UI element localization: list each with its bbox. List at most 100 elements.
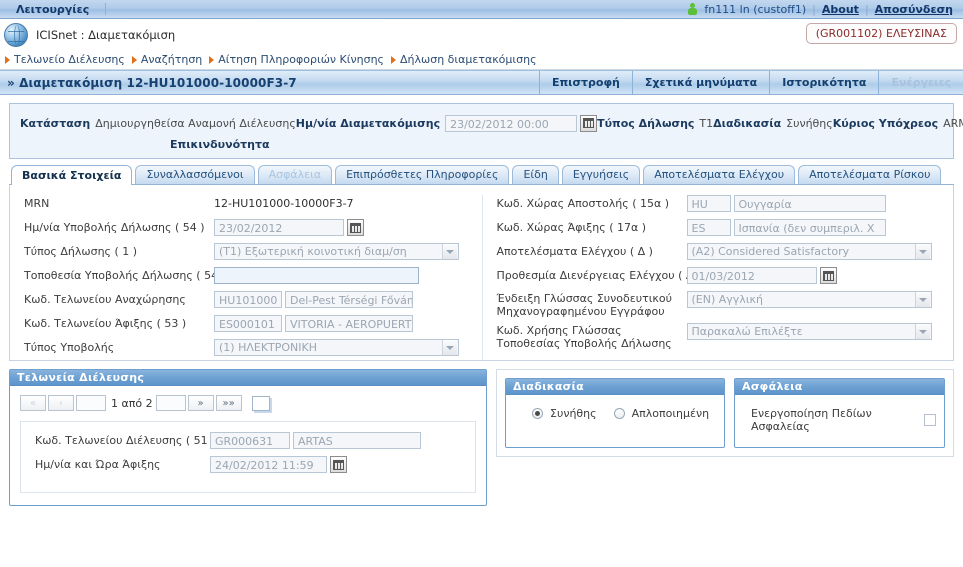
- radio-procedure-normal-label: Συνήθης: [550, 407, 597, 420]
- about-link[interactable]: About: [822, 3, 859, 16]
- field-place-language: Κωδ. Χρήσης Γλώσσας Τοποθεσίας Υποβολής …: [497, 323, 944, 353]
- chevron-down-icon[interactable]: [914, 324, 930, 339]
- security-enable-checkbox[interactable]: [924, 414, 936, 426]
- form-column-left: MRN 12-HU101000-10000F3-7 Ημ/νία Υποβολή…: [10, 195, 482, 360]
- field-destination-country: Κωδ. Χώρας Άφιξης ( 17α ) ES Ισπανία (δε…: [497, 219, 944, 241]
- brand-strip: ICISnet : Διαμετακόμιση (GR001102) ΕΛΕΥΣ…: [0, 19, 963, 50]
- page-body: Κατάσταση Δημιουργηθείσα Αναμονή Διέλευσ…: [0, 95, 963, 567]
- document-language-select[interactable]: (EN) Αγγλική: [686, 291, 932, 308]
- procedure-panel-body: Συνήθης Απλοποιημένη: [506, 395, 724, 434]
- declaration-type-value: (T1) Εξωτερική κοινοτική διαμ/ση: [219, 245, 407, 258]
- chevron-right-icon: [391, 55, 397, 64]
- calendar-icon[interactable]: [347, 219, 364, 236]
- breadcrumb-label: Αίτηση Πληροφοριών Κίνησης: [218, 53, 385, 66]
- place-language-label: Κωδ. Χρήσης Γλώσσας Τοποθεσίας Υποβολής …: [496, 324, 672, 350]
- pager-left-field[interactable]: [76, 395, 106, 411]
- tab-risk-results[interactable]: Αποτελέσματα Ρίσκου: [798, 165, 942, 184]
- pager-prev-button: ‹: [48, 395, 74, 411]
- action-actions-button: Ενέργειες: [878, 71, 963, 94]
- summary-transit-date-label: Ημ/νία Διαμετακόμισης: [295, 116, 441, 130]
- security-panel-body: Ενεργοποίηση Πεδίων Ασφαλείας: [735, 395, 944, 447]
- mrn-value: 12-HU101000-10000F3-7: [214, 197, 354, 210]
- bottom-region: Τελωνεία Διέλευσης « ‹ 1 από 2 » »» Κωδ.…: [9, 369, 954, 506]
- field-submission-place: Τοποθεσία Υποβολής Δήλωσης ( 54 ): [24, 267, 472, 289]
- security-checkbox-label: Ενεργοποίηση Πεδίων Ασφαλείας: [751, 407, 872, 433]
- pager-next-button[interactable]: »: [187, 395, 214, 411]
- duplicate-row-icon[interactable]: [251, 395, 270, 411]
- breadcrumb-item-2[interactable]: Αίτηση Πληροφοριών Κίνησης: [206, 53, 384, 66]
- place-language-select[interactable]: Παρακαλώ Επιλέξτε: [686, 323, 932, 340]
- top-menu-bar: Λειτουργίες fn111 ln (custoff1) | About …: [0, 0, 963, 19]
- place-language-value: Παρακαλώ Επιλέξτε: [691, 325, 803, 338]
- declaration-type-select[interactable]: (T1) Εξωτερική κοινοτική διαμ/ση: [214, 243, 459, 260]
- action-back-button[interactable]: Επιστροφή: [538, 71, 632, 94]
- chevron-right-icon: [5, 55, 10, 64]
- field-mrn: MRN 12-HU101000-10000F3-7: [24, 195, 472, 217]
- summary-principal-value: ARMANI: [943, 116, 963, 130]
- security-checkbox-row: Ενεργοποίηση Πεδίων Ασφαλείας: [743, 407, 936, 433]
- transit-office-code-input[interactable]: GR000631: [210, 432, 290, 449]
- tab-traders[interactable]: Συναλλασσόμενοι: [135, 165, 255, 184]
- field-document-language: Ένδειξη Γλώσσας Συνοδευτικού Μηχανογραφη…: [497, 291, 944, 321]
- destination-office-code-input[interactable]: ES000101: [214, 315, 282, 332]
- arrival-datetime-input[interactable]: 24/02/2012 11:59: [210, 456, 327, 473]
- action-history-button[interactable]: Ιστορικότητα: [769, 71, 878, 94]
- calendar-icon[interactable]: [819, 267, 837, 284]
- summary-procedure-label: Διαδικασία: [713, 116, 782, 130]
- action-related-messages-button[interactable]: Σχετικά μηνύματα: [631, 71, 769, 94]
- tab-guarantees[interactable]: Εγγυήσεις: [561, 165, 641, 184]
- pager-right-field[interactable]: [155, 395, 186, 411]
- radio-procedure-simplified[interactable]: [613, 408, 625, 419]
- summary-status-label: Κατάσταση: [20, 116, 91, 130]
- destination-office-name-input[interactable]: VITORIA - AEROPUERTO: [285, 315, 413, 332]
- submission-date-input[interactable]: 23/02/2012: [214, 219, 344, 236]
- top-menu-right: fn111 ln (custoff1) | About | Αποσύνδεση: [687, 2, 957, 16]
- submission-place-input[interactable]: [214, 267, 419, 284]
- topbar-divider-2: |: [864, 2, 869, 16]
- app-title: ICISnet : Διαμετακόμιση: [36, 27, 176, 42]
- transit-office-name-input[interactable]: ARTAS: [293, 432, 421, 449]
- destination-office-label: Κωδ. Τελωνείου Άφιξης ( 53 ): [24, 317, 187, 330]
- departure-office-name-input[interactable]: Del-Pest Térségi Fővámhiv: [285, 291, 413, 308]
- radio-procedure-normal[interactable]: [532, 408, 543, 419]
- form-column-right: Κωδ. Χώρας Αποστολής ( 15α ) HU Ουγγαρία…: [481, 195, 954, 360]
- field-destination-office: Κωδ. Τελωνείου Άφιξης ( 53 ) ES000101 VI…: [24, 315, 472, 337]
- mrn-label: MRN: [24, 197, 50, 210]
- calendar-icon[interactable]: [580, 114, 598, 132]
- dispatch-country-name-input[interactable]: Ουγγαρία: [733, 195, 886, 212]
- control-deadline-input[interactable]: 01/03/2012: [686, 267, 817, 284]
- submission-type-select[interactable]: (1) ΗΛΕΚΤΡΟΝΙΚΗ: [214, 339, 459, 356]
- chevron-down-icon[interactable]: [442, 244, 457, 259]
- chevron-down-icon[interactable]: [914, 244, 930, 259]
- chevron-down-icon[interactable]: [914, 292, 930, 307]
- tab-additional-info[interactable]: Επιπρόσθετες Πληροφορίες: [335, 165, 510, 184]
- control-results-label: Αποτελέσματα Ελέγχου ( Δ ): [496, 245, 653, 258]
- destination-country-name-input[interactable]: Ισπανία (δεν συμπεριλ. Χ: [733, 219, 886, 236]
- tab-goods[interactable]: Είδη: [512, 165, 559, 184]
- breadcrumb-item-3[interactable]: Δήλωση διαμετακόμισης: [388, 53, 537, 66]
- breadcrumb-item-0[interactable]: Τελωνείο Διέλευσης: [2, 53, 125, 66]
- summary-principal-label: Κύριος Υπόχρεος: [832, 116, 939, 130]
- destination-country-code-input[interactable]: ES: [686, 219, 731, 236]
- control-results-select[interactable]: (A2) Considered Satisfactory: [686, 243, 932, 260]
- breadcrumb-label: Αναζήτηση: [140, 53, 203, 66]
- calendar-icon[interactable]: [330, 456, 347, 473]
- tab-basic-data[interactable]: Βασικά Στοιχεία: [11, 165, 133, 185]
- dispatch-country-label: Κωδ. Χώρας Αποστολής ( 15α ): [496, 197, 670, 210]
- field-transit-office: Κωδ. Τελωνείου Διέλευσης ( 51 ) GR000631…: [35, 432, 465, 454]
- dispatch-country-code-input[interactable]: HU: [686, 195, 731, 212]
- logout-link[interactable]: Αποσύνδεση: [875, 3, 953, 16]
- tab-control-results[interactable]: Αποτελέσματα Ελέγχου: [643, 165, 796, 184]
- chevron-down-icon[interactable]: [442, 340, 457, 355]
- procedure-panel: Διαδικασία Συνήθης Απλοποιημένη: [505, 378, 725, 448]
- procedure-panel-title: Διαδικασία: [506, 379, 724, 395]
- menu-item-functions[interactable]: Λειτουργίες: [6, 3, 101, 16]
- breadcrumb-item-1[interactable]: Αναζήτηση: [129, 53, 202, 66]
- pager-first-button: «: [20, 395, 46, 411]
- declaration-summary-panel: Κατάσταση Δημιουργηθείσα Αναμονή Διέλευσ…: [9, 103, 963, 159]
- departure-office-code-input[interactable]: HU101000: [214, 291, 282, 308]
- pager-last-button[interactable]: »»: [215, 395, 242, 411]
- field-submission-date: Ημ/νία Υποβολής Δήλωσης ( 54 ) 23/02/201…: [24, 219, 472, 241]
- summary-transit-date-input[interactable]: 23/02/2012 00:00: [445, 114, 578, 132]
- tab-security: Ασφάλεια: [257, 165, 333, 184]
